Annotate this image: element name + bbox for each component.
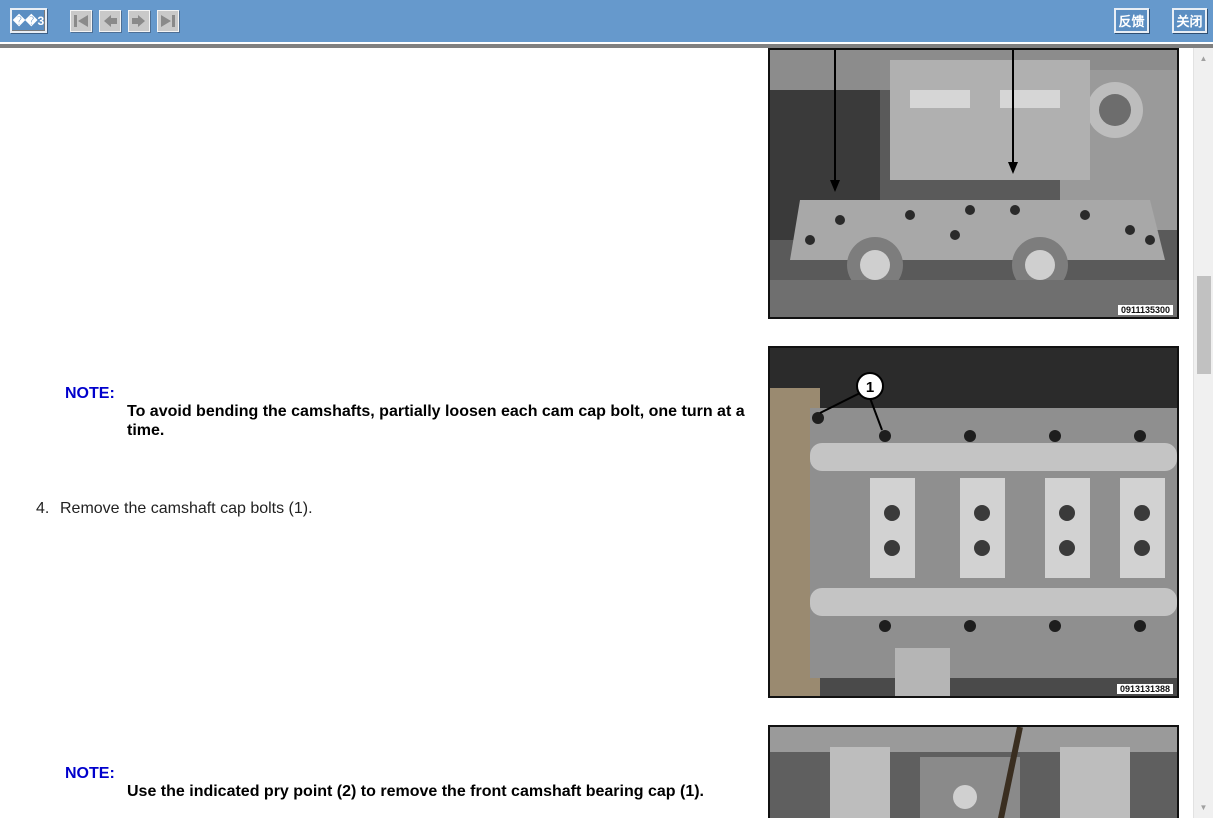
step-number: 4. — [36, 500, 50, 517]
scroll-up-button[interactable]: ▲ — [1194, 50, 1213, 67]
callout-1: 1 — [866, 379, 874, 396]
prev-page-icon — [104, 15, 117, 27]
figure-camshaft-front-cover: 0911135300 — [768, 48, 1179, 319]
feedback-button-label: 反馈 — [1118, 14, 1145, 29]
last-page-button[interactable] — [157, 10, 179, 32]
first-page-button[interactable] — [70, 10, 92, 32]
engine-photo-2: 1 — [770, 348, 1177, 696]
chevron-up-icon: ▲ — [1199, 54, 1208, 63]
scroll-down-button[interactable]: ▼ — [1194, 799, 1213, 816]
close-button-label: 关闭 — [1176, 14, 1203, 29]
home-button[interactable]: ��3 — [10, 8, 47, 33]
note-label: NOTE: — [65, 765, 115, 782]
document-content: 0911135300 NOTE: To avoid bending the ca… — [0, 48, 1193, 818]
note-text: Use the indicated pry point (2) to remov… — [127, 783, 704, 800]
first-page-icon — [74, 15, 88, 27]
step-text: Remove the camshaft cap bolts (1). — [60, 500, 313, 517]
toolbar: ��3 反馈 关闭 — [0, 0, 1213, 42]
engine-photo-3 — [770, 727, 1177, 818]
figure-id: 0911135300 — [1117, 305, 1173, 315]
note-label: NOTE: — [65, 385, 115, 402]
vertical-scrollbar[interactable]: ▲ ▼ — [1193, 48, 1213, 818]
chevron-down-icon: ▼ — [1199, 803, 1208, 812]
home-button-label: ��3 — [12, 13, 45, 28]
prev-page-button[interactable] — [99, 10, 121, 32]
close-button[interactable]: 关闭 — [1172, 8, 1207, 33]
next-page-icon — [132, 15, 145, 27]
scroll-thumb[interactable] — [1197, 276, 1211, 374]
feedback-button[interactable]: 反馈 — [1114, 8, 1149, 33]
last-page-icon — [161, 15, 175, 27]
note-text: To avoid bending the camshafts, partiall… — [127, 403, 745, 439]
figure-camshaft-cap-bolts: 1 0913131388 — [768, 346, 1179, 698]
figure-front-bearing-cap — [768, 725, 1179, 818]
next-page-button[interactable] — [128, 10, 150, 32]
engine-photo-1 — [770, 50, 1177, 317]
figure-id: 0913131388 — [1116, 684, 1173, 694]
